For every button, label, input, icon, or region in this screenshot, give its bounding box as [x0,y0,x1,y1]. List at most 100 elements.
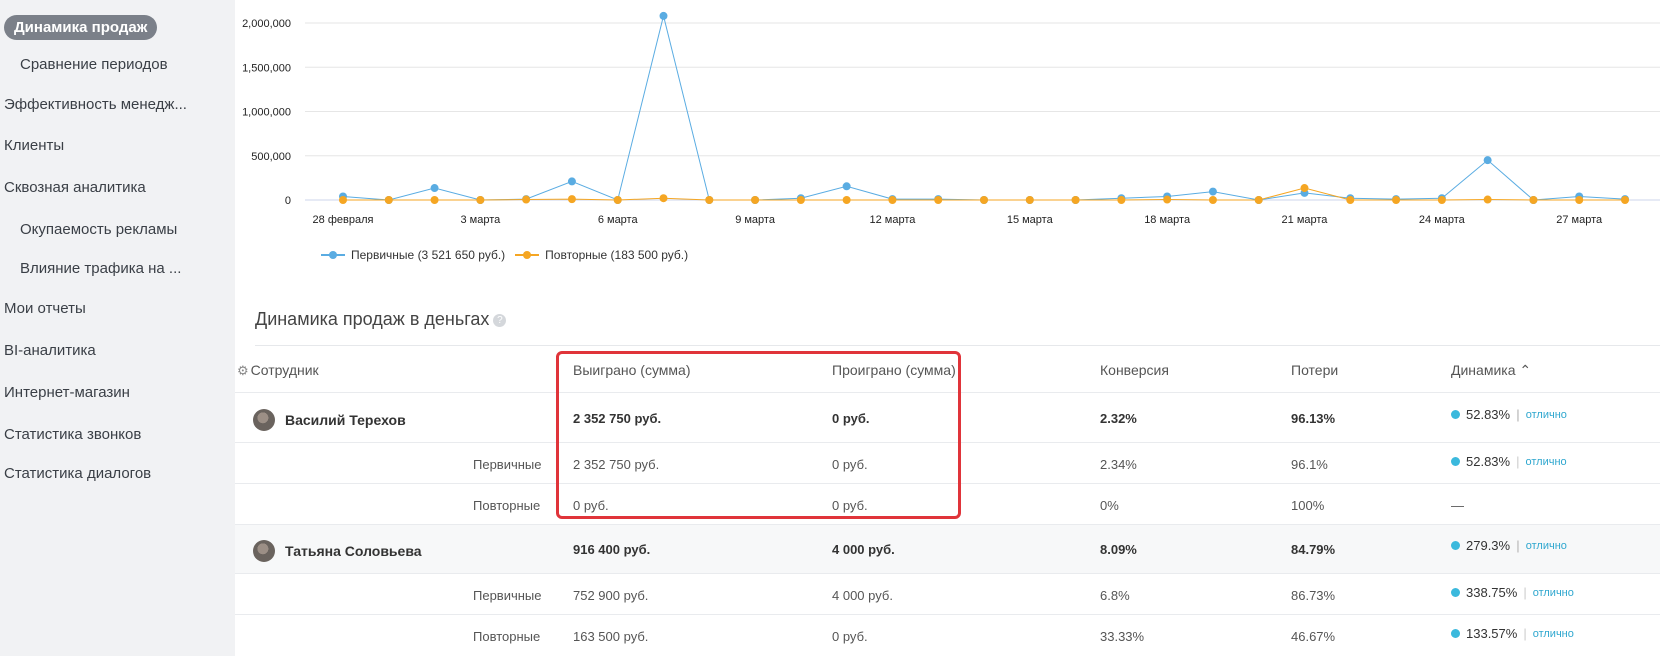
legend-label-primary: Первичные (3 521 650 руб.) [351,248,506,262]
data-point-repeat [1346,196,1355,204]
nav-item-online-store[interactable]: Интернет-магазин [4,384,130,401]
y-tick-label: 500,000 [251,151,291,163]
employee-name-link[interactable]: Василий Терехов [285,412,406,428]
column-header-employee[interactable]: ⚙ Сотрудник [237,362,319,379]
data-point-primary [842,182,851,191]
nav-item-my-reports[interactable]: Мои отчеты [4,300,86,317]
nav-item-compare-periods[interactable]: Сравнение периодов [20,56,168,73]
x-tick-label: 12 марта [869,214,916,226]
losses-value: 84.79% [1291,542,1336,557]
nav-item-bi-analytics[interactable]: BI-аналитика [4,342,96,359]
won-value: 916 400 руб. [573,542,651,557]
nav-item-manager-efficiency[interactable]: Эффективность менедж... [4,96,187,113]
data-point-repeat [1437,196,1446,204]
x-tick-label: 27 марта [1556,214,1603,226]
section-title-text: Динамика продаж в деньгах [255,309,490,329]
data-point-primary [430,184,439,193]
data-point-repeat [430,196,439,204]
data-point-repeat [522,195,531,204]
sub-row-label: Повторные [473,498,541,513]
lost-value: 4 000 руб. [832,542,895,557]
x-tick-label: 24 марта [1419,214,1466,226]
sub-row-label: Первичные [473,457,542,472]
column-header-dynamics[interactable]: Динамика ⌃ [1451,362,1531,379]
nav-item-call-stats[interactable]: Статистика звонков [4,426,141,443]
x-tick-label: 21 марта [1282,214,1329,226]
section-title: Динамика продаж в деньгах? [255,309,507,330]
data-point-repeat [1575,196,1584,204]
nav-item-end-to-end-analytics[interactable]: Сквозная аналитика [4,179,146,196]
sub-row-label: Повторные [473,629,541,644]
dynamics-divider: | [1523,585,1527,600]
main-content: 2,000,000 1,500,000 1,000,000 500,000 0 28 фе… [235,0,1660,656]
data-point-repeat [1254,196,1263,204]
won-value: 163 500 руб. [573,629,649,644]
chart-svg: 2,000,000 1,500,000 1,000,000 500,000 0 28 фе… [242,11,1660,226]
dynamics-value: 279.3% [1466,538,1511,553]
nav-item-ad-roi[interactable]: Окупаемость рекламы [20,221,177,238]
status-dot [1451,410,1460,419]
data-point-repeat [1208,196,1217,204]
divider [255,345,1660,346]
legend-item-repeat[interactable]: Повторные (183 500 руб.) [515,248,688,262]
dynamics-divider: | [1523,626,1527,641]
dynamics-cell: 52.83% | отлично [1451,407,1567,422]
conversion-value: 33.33% [1100,629,1145,644]
data-point-repeat [934,196,943,204]
dynamics-cell: 52.83% | отлично [1451,454,1567,469]
data-point-primary [1208,187,1217,196]
sub-row-label: Первичные [473,588,542,603]
data-point-primary [659,11,668,20]
dynamics-value: — [1451,498,1464,513]
data-point-repeat [980,196,988,204]
dynamics-value: 133.57% [1466,626,1518,641]
status-dot [1451,588,1460,597]
data-point-repeat [1025,196,1034,204]
y-tick-label: 0 [285,195,291,207]
dynamics-value: 338.75% [1466,585,1518,600]
dynamics-tag: отлично [1525,408,1567,421]
dynamics-cell: 338.75% | отлично [1451,585,1574,600]
table-row: Повторные 163 500 руб. 0 руб. 33.33% 46.… [235,614,1660,656]
data-point-primary [567,177,576,186]
conversion-value: 6.8% [1100,588,1130,603]
nav-item-clients[interactable]: Клиенты [4,137,64,154]
status-dot [1451,541,1460,550]
nav-item-traffic-impact[interactable]: Влияние трафика на ... [20,260,181,277]
table-row: Татьяна Соловьева 916 400 руб. 4 000 руб… [235,524,1660,573]
data-point-repeat [339,196,347,204]
data-point-repeat [384,196,393,204]
data-point-repeat [476,196,485,204]
data-point-repeat [659,194,668,203]
help-icon[interactable]: ? [493,313,507,327]
conversion-value: 8.09% [1100,542,1137,557]
y-tick-label: 1,000,000 [242,107,291,119]
gear-icon[interactable]: ⚙ [237,363,249,379]
data-point-repeat [567,195,576,204]
sidebar: Динамика продаж Сравнение периодов Эффек… [0,0,235,656]
legend-label-repeat: Повторные (183 500 руб.) [545,248,689,262]
dynamics-divider: | [1516,407,1520,422]
x-tick-label: 3 марта [460,214,501,226]
data-point-repeat [1300,184,1309,193]
nav-item-dialog-stats[interactable]: Статистика диалогов [4,465,151,482]
losses-value: 46.67% [1291,629,1336,644]
dynamics-cell: 133.57% | отлично [1451,626,1574,641]
x-tick-label: 15 марта [1007,214,1054,226]
column-header-conversion[interactable]: Конверсия [1100,362,1169,378]
column-header-losses[interactable]: Потери [1291,362,1338,378]
dynamics-divider: | [1516,454,1520,469]
avatar [253,540,275,562]
lost-value: 4 000 руб. [832,588,893,603]
status-dot [1451,457,1460,466]
status-dot [1451,629,1460,638]
series-line-primary [342,15,1626,201]
nav-item-sales-dynamics[interactable]: Динамика продаж [4,15,158,40]
data-point-repeat [705,196,714,204]
chart-legend: Первичные (3 521 650 руб.) Повторные (18… [321,248,688,262]
won-value: 752 900 руб. [573,588,649,603]
avatar [253,409,275,431]
dynamics-value: 52.83% [1466,454,1511,469]
legend-item-primary[interactable]: Первичные (3 521 650 руб.) [321,248,505,262]
employee-name-link[interactable]: Татьяна Соловьева [285,543,422,559]
